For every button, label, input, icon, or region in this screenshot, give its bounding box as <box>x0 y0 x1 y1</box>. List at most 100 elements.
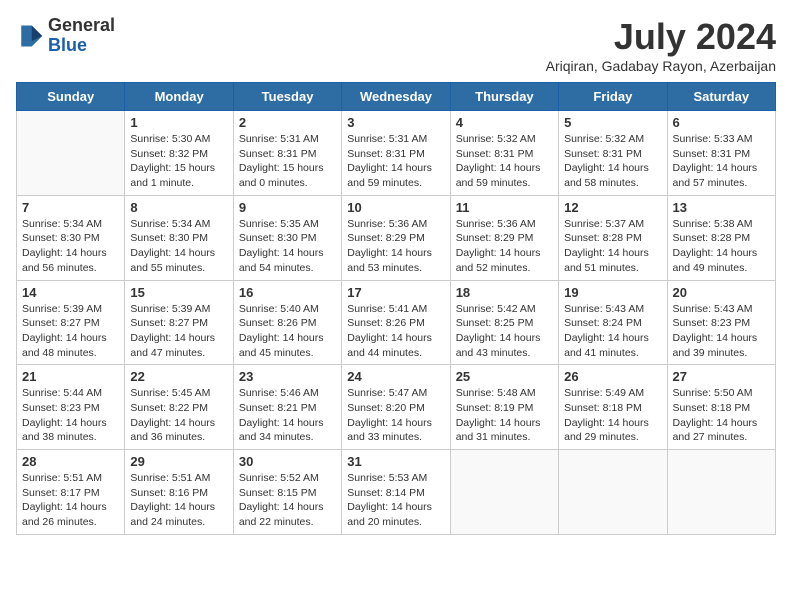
day-number: 31 <box>347 454 444 469</box>
day-number: 6 <box>673 115 770 130</box>
day-number: 19 <box>564 285 661 300</box>
weekday-header-tuesday: Tuesday <box>233 83 341 111</box>
day-info: Sunrise: 5:39 AMSunset: 8:27 PMDaylight:… <box>130 302 227 361</box>
logo: General Blue <box>16 16 115 56</box>
calendar-cell: 10 Sunrise: 5:36 AMSunset: 8:29 PMDayligh… <box>342 195 450 280</box>
location: Ariqiran, Gadabay Rayon, Azerbaijan <box>546 58 776 74</box>
day-number: 2 <box>239 115 336 130</box>
day-number: 10 <box>347 200 444 215</box>
day-info: Sunrise: 5:53 AMSunset: 8:14 PMDaylight:… <box>347 471 444 530</box>
calendar-cell: 19 Sunrise: 5:43 AMSunset: 8:24 PMDayligh… <box>559 280 667 365</box>
day-info: Sunrise: 5:35 AMSunset: 8:30 PMDaylight:… <box>239 217 336 276</box>
day-info: Sunrise: 5:36 AMSunset: 8:29 PMDaylight:… <box>347 217 444 276</box>
day-number: 28 <box>22 454 119 469</box>
week-row-5: 28 Sunrise: 5:51 AMSunset: 8:17 PMDayligh… <box>17 450 776 535</box>
day-info: Sunrise: 5:38 AMSunset: 8:28 PMDaylight:… <box>673 217 770 276</box>
calendar-cell: 29 Sunrise: 5:51 AMSunset: 8:16 PMDayligh… <box>125 450 233 535</box>
calendar-cell: 11Sunrise: 5:36 AMSunset: 8:29 PMDayligh… <box>450 195 558 280</box>
calendar-cell: 13Sunrise: 5:38 AMSunset: 8:28 PMDayligh… <box>667 195 775 280</box>
day-number: 7 <box>22 200 119 215</box>
day-number: 1 <box>130 115 227 130</box>
calendar-cell: 22 Sunrise: 5:45 AMSunset: 8:22 PMDayligh… <box>125 365 233 450</box>
day-info: Sunrise: 5:49 AMSunset: 8:18 PMDaylight:… <box>564 386 661 445</box>
day-info: Sunrise: 5:31 AMSunset: 8:31 PMDaylight:… <box>239 132 336 191</box>
day-info: Sunrise: 5:41 AMSunset: 8:26 PMDaylight:… <box>347 302 444 361</box>
calendar-cell: 8 Sunrise: 5:34 AMSunset: 8:30 PMDaylight… <box>125 195 233 280</box>
day-info: Sunrise: 5:51 AMSunset: 8:17 PMDaylight:… <box>22 471 119 530</box>
logo-general: General <box>48 16 115 36</box>
day-number: 3 <box>347 115 444 130</box>
day-info: Sunrise: 5:34 AMSunset: 8:30 PMDaylight:… <box>22 217 119 276</box>
day-number: 17 <box>347 285 444 300</box>
day-number: 12 <box>564 200 661 215</box>
day-info: Sunrise: 5:37 AMSunset: 8:28 PMDaylight:… <box>564 217 661 276</box>
day-number: 20 <box>673 285 770 300</box>
day-number: 11 <box>456 200 553 215</box>
calendar-cell: 15 Sunrise: 5:39 AMSunset: 8:27 PMDayligh… <box>125 280 233 365</box>
calendar-cell: 28 Sunrise: 5:51 AMSunset: 8:17 PMDayligh… <box>17 450 125 535</box>
day-info: Sunrise: 5:46 AMSunset: 8:21 PMDaylight:… <box>239 386 336 445</box>
day-number: 5 <box>564 115 661 130</box>
day-number: 21 <box>22 369 119 384</box>
calendar-cell <box>17 111 125 196</box>
calendar-cell: 5 Sunrise: 5:32 AMSunset: 8:31 PMDaylight… <box>559 111 667 196</box>
day-number: 9 <box>239 200 336 215</box>
page-header: General Blue July 2024 Ariqiran, Gadabay… <box>16 16 776 74</box>
calendar-cell: 21 Sunrise: 5:44 AMSunset: 8:23 PMDayligh… <box>17 365 125 450</box>
week-row-3: 14Sunrise: 5:39 AMSunset: 8:27 PMDayligh… <box>17 280 776 365</box>
logo-text: General Blue <box>48 16 115 56</box>
day-number: 30 <box>239 454 336 469</box>
day-info: Sunrise: 5:43 AMSunset: 8:24 PMDaylight:… <box>564 302 661 361</box>
weekday-header-row: SundayMondayTuesdayWednesdayThursdayFrid… <box>17 83 776 111</box>
day-number: 26 <box>564 369 661 384</box>
calendar: SundayMondayTuesdayWednesdayThursdayFrid… <box>16 82 776 535</box>
calendar-cell: 6Sunrise: 5:33 AMSunset: 8:31 PMDaylight… <box>667 111 775 196</box>
calendar-cell: 20 Sunrise: 5:43 AMSunset: 8:23 PMDayligh… <box>667 280 775 365</box>
calendar-cell: 24Sunrise: 5:47 AMSunset: 8:20 PMDayligh… <box>342 365 450 450</box>
day-number: 27 <box>673 369 770 384</box>
title-section: July 2024 Ariqiran, Gadabay Rayon, Azerb… <box>546 16 776 74</box>
calendar-cell: 26 Sunrise: 5:49 AMSunset: 8:18 PMDayligh… <box>559 365 667 450</box>
day-number: 29 <box>130 454 227 469</box>
calendar-cell: 12 Sunrise: 5:37 AMSunset: 8:28 PMDayligh… <box>559 195 667 280</box>
logo-icon <box>16 22 44 50</box>
calendar-cell <box>450 450 558 535</box>
day-info: Sunrise: 5:31 AMSunset: 8:31 PMDaylight:… <box>347 132 444 191</box>
calendar-cell: 14Sunrise: 5:39 AMSunset: 8:27 PMDayligh… <box>17 280 125 365</box>
day-info: Sunrise: 5:45 AMSunset: 8:22 PMDaylight:… <box>130 386 227 445</box>
day-number: 8 <box>130 200 227 215</box>
weekday-header-wednesday: Wednesday <box>342 83 450 111</box>
calendar-cell: 7 Sunrise: 5:34 AMSunset: 8:30 PMDaylight… <box>17 195 125 280</box>
calendar-cell: 9 Sunrise: 5:35 AMSunset: 8:30 PMDaylight… <box>233 195 341 280</box>
day-number: 22 <box>130 369 227 384</box>
day-info: Sunrise: 5:34 AMSunset: 8:30 PMDaylight:… <box>130 217 227 276</box>
day-number: 18 <box>456 285 553 300</box>
weekday-header-sunday: Sunday <box>17 83 125 111</box>
day-info: Sunrise: 5:30 AMSunset: 8:32 PMDaylight:… <box>130 132 227 191</box>
day-number: 16 <box>239 285 336 300</box>
day-number: 15 <box>130 285 227 300</box>
calendar-cell: 17 Sunrise: 5:41 AMSunset: 8:26 PMDayligh… <box>342 280 450 365</box>
calendar-cell: 27Sunrise: 5:50 AMSunset: 8:18 PMDayligh… <box>667 365 775 450</box>
day-info: Sunrise: 5:43 AMSunset: 8:23 PMDaylight:… <box>673 302 770 361</box>
week-row-2: 7 Sunrise: 5:34 AMSunset: 8:30 PMDaylight… <box>17 195 776 280</box>
calendar-cell: 30Sunrise: 5:52 AMSunset: 8:15 PMDayligh… <box>233 450 341 535</box>
day-number: 25 <box>456 369 553 384</box>
calendar-cell <box>667 450 775 535</box>
day-info: Sunrise: 5:32 AMSunset: 8:31 PMDaylight:… <box>456 132 553 191</box>
day-info: Sunrise: 5:48 AMSunset: 8:19 PMDaylight:… <box>456 386 553 445</box>
weekday-header-friday: Friday <box>559 83 667 111</box>
day-info: Sunrise: 5:32 AMSunset: 8:31 PMDaylight:… <box>564 132 661 191</box>
day-info: Sunrise: 5:51 AMSunset: 8:16 PMDaylight:… <box>130 471 227 530</box>
day-info: Sunrise: 5:44 AMSunset: 8:23 PMDaylight:… <box>22 386 119 445</box>
week-row-1: 1 Sunrise: 5:30 AMSunset: 8:32 PMDaylight… <box>17 111 776 196</box>
calendar-cell: 1 Sunrise: 5:30 AMSunset: 8:32 PMDaylight… <box>125 111 233 196</box>
day-info: Sunrise: 5:47 AMSunset: 8:20 PMDaylight:… <box>347 386 444 445</box>
day-number: 23 <box>239 369 336 384</box>
calendar-cell: 23 Sunrise: 5:46 AMSunset: 8:21 PMDayligh… <box>233 365 341 450</box>
calendar-cell <box>559 450 667 535</box>
calendar-cell: 4Sunrise: 5:32 AMSunset: 8:31 PMDaylight… <box>450 111 558 196</box>
calendar-cell: 25 Sunrise: 5:48 AMSunset: 8:19 PMDayligh… <box>450 365 558 450</box>
weekday-header-monday: Monday <box>125 83 233 111</box>
day-info: Sunrise: 5:40 AMSunset: 8:26 PMDaylight:… <box>239 302 336 361</box>
